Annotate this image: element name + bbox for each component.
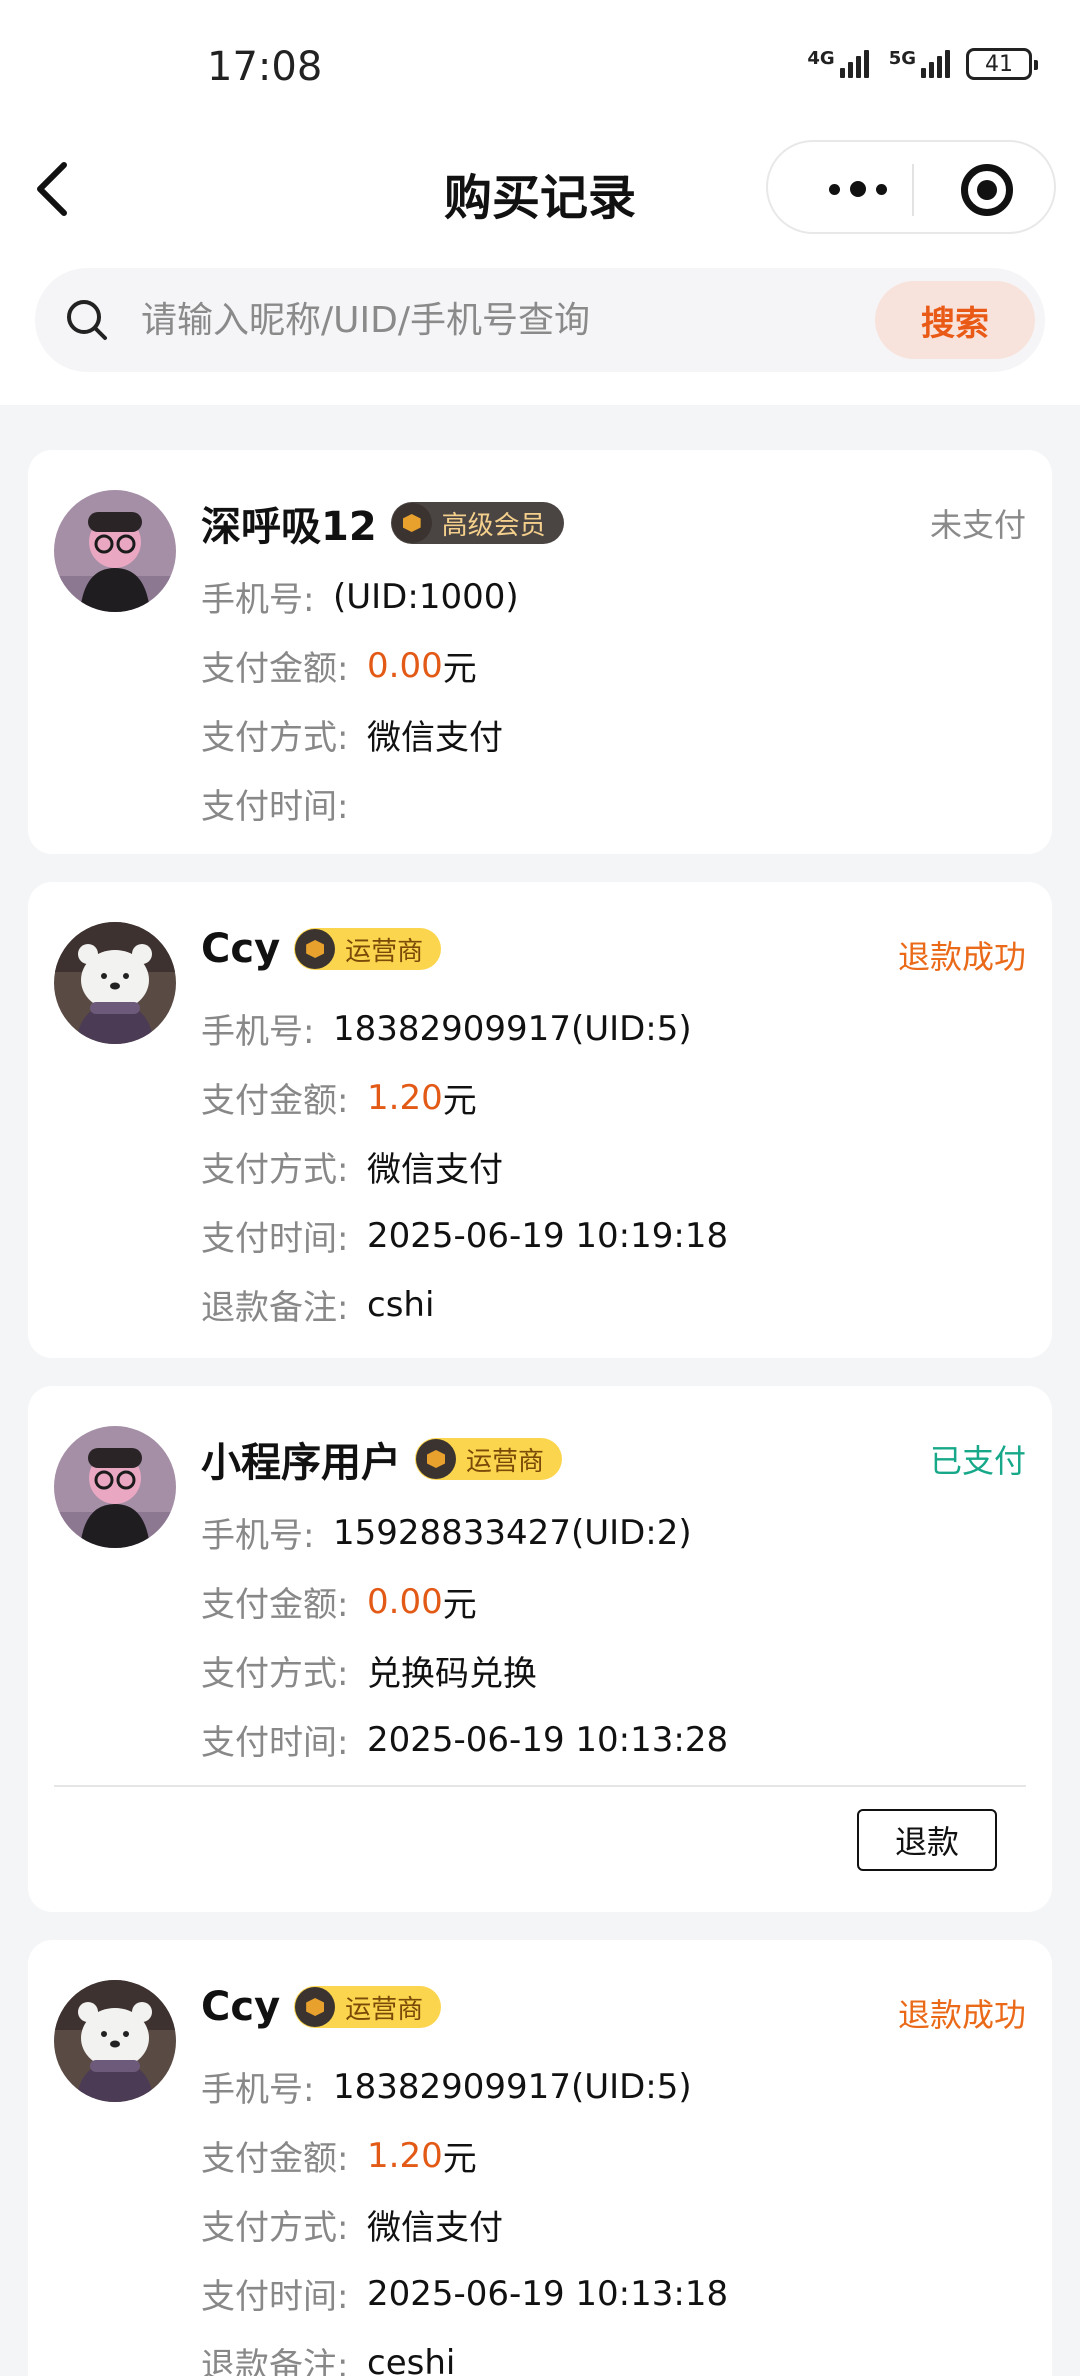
phone-value: (UID:1000) [333, 576, 519, 617]
refund-button[interactable]: 退款 [857, 1809, 997, 1871]
amount-value: 0.00 [367, 1581, 443, 1622]
level-icon [295, 929, 336, 969]
time-value: 2025-06-19 10:19:18 [367, 1215, 729, 1256]
avatar [54, 1980, 176, 2102]
avatar [54, 922, 176, 1044]
record-card[interactable]: Ccy 运营商 退款成功 手机号: 18382909917(UID:5) 支付金额… [28, 1940, 1052, 2376]
user-name: Ccy [201, 926, 281, 972]
remark-value: cshi [367, 1284, 435, 1325]
miniprogram-capsule [766, 140, 1056, 234]
record-details: 手机号: 18382909917(UID:5) 支付金额: 1.20 元 支付方式: 微… [201, 1008, 729, 1329]
method-value: 微信支付 [367, 718, 503, 758]
method-value: 兑换码兑换 [367, 1654, 537, 1694]
user-name: 小程序用户 [201, 1440, 401, 1486]
more-icon[interactable] [808, 166, 908, 212]
operator-badge: 运营商 [294, 928, 442, 970]
phone-value: 15928833427(UID:2) [333, 1512, 692, 1553]
user-name-row: 小程序用户 运营商 [201, 1430, 563, 1488]
amount-value: 1.20 [367, 2135, 443, 2176]
avatar [54, 490, 176, 612]
method-value: 微信支付 [367, 1150, 503, 1190]
avatar [54, 1426, 176, 1548]
operator-badge: 运营商 [415, 1438, 563, 1480]
signal-4g-icon: 4G [807, 50, 869, 78]
method-value: 微信支付 [367, 2208, 503, 2248]
level-icon [391, 503, 432, 543]
search-button[interactable]: 搜索 [875, 281, 1035, 359]
level-icon [416, 1439, 456, 1479]
status-time: 17:08 [207, 44, 323, 90]
user-name-row: Ccy 运营商 [201, 1984, 442, 2030]
user-name: 深呼吸12 [201, 504, 377, 550]
time-value: 2025-06-19 10:13:18 [367, 2273, 729, 2314]
record-card[interactable]: 小程序用户 运营商 已支付 手机号: 15928833427(UID:2) 支付金… [28, 1386, 1052, 1912]
amount-value: 1.20 [367, 1077, 443, 1118]
status-icons: 4G 5G 41 [807, 48, 1038, 80]
user-name-row: 深呼吸12 高级会员 [201, 494, 564, 552]
search-icon [67, 300, 107, 340]
payment-status: 未支付 [929, 506, 1026, 544]
level-icon [295, 1987, 336, 2027]
member-badge: 高级会员 [390, 502, 564, 544]
battery-icon: 41 [966, 48, 1038, 80]
amount-value: 0.00 [367, 645, 443, 686]
top-area: 17:08 4G 5G 41 购买记录 搜索 [0, 0, 1080, 405]
operator-badge: 运营商 [294, 1986, 442, 2028]
capsule-divider [912, 164, 914, 216]
record-details: 手机号: (UID:1000) 支付金额: 0.00 元 支付方式: 微信支付 支付时间… [201, 576, 519, 828]
payment-status: 退款成功 [897, 938, 1026, 976]
search-bar: 搜索 [35, 268, 1045, 372]
phone-value: 18382909917(UID:5) [333, 2066, 692, 2107]
record-card[interactable]: 深呼吸12 高级会员 未支付 手机号: (UID:1000) 支付金额: 0.00 元… [28, 450, 1052, 854]
record-details: 手机号: 15928833427(UID:2) 支付金额: 0.00 元 支付方式: 兑… [201, 1512, 729, 1764]
record-card[interactable]: Ccy 运营商 退款成功 手机号: 18382909917(UID:5) 支付金额… [28, 882, 1052, 1358]
user-name: Ccy [201, 1984, 281, 2030]
phone-value: 18382909917(UID:5) [333, 1008, 692, 1049]
payment-status: 已支付 [929, 1442, 1026, 1480]
time-value: 2025-06-19 10:13:28 [367, 1719, 729, 1760]
card-divider [54, 1785, 1026, 1787]
signal-5g-icon: 5G [889, 50, 950, 78]
user-name-row: Ccy 运营商 [201, 926, 442, 972]
close-target-icon[interactable] [961, 164, 1013, 216]
remark-value: ceshi [367, 2342, 456, 2376]
record-details: 手机号: 18382909917(UID:5) 支付金额: 1.20 元 支付方式: 微… [201, 2052, 728, 2376]
payment-status: 退款成功 [897, 1996, 1026, 2034]
search-input[interactable] [141, 290, 901, 350]
